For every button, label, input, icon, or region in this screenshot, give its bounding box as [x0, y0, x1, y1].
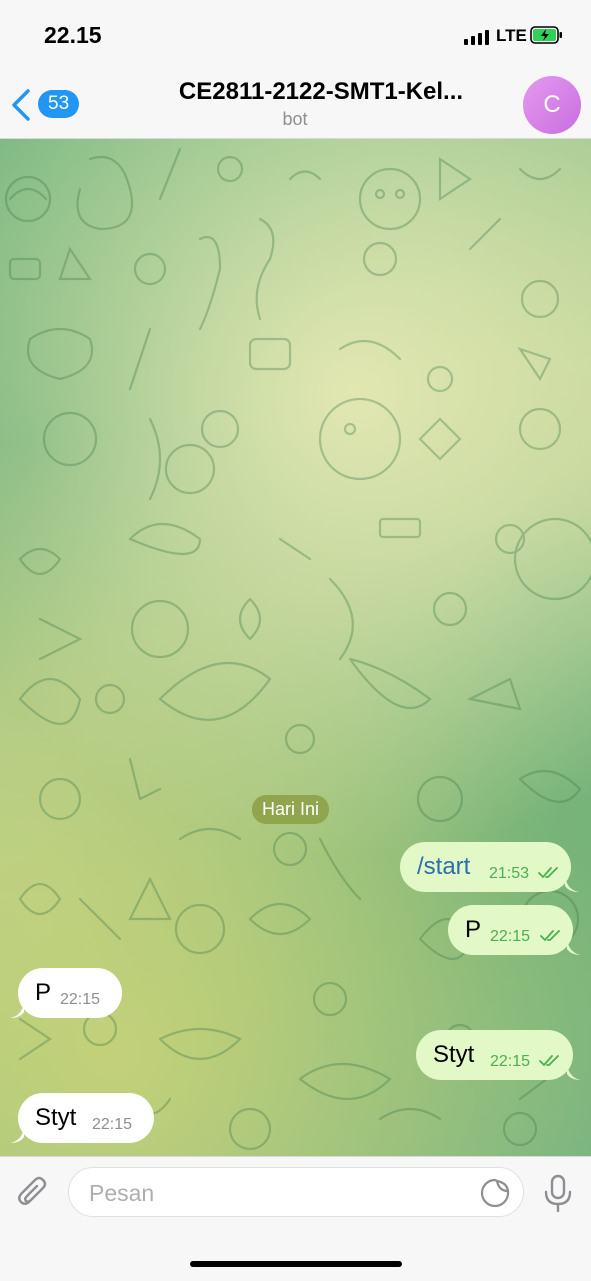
bubble-tail: [567, 1064, 581, 1080]
chat-area[interactable]: Hari Ini /start 21:53 P 22:15 P 22:15 St…: [0, 139, 591, 1156]
message-time: 21:53: [489, 865, 530, 882]
sticker-icon: [480, 1178, 510, 1208]
message-text[interactable]: Styt: [433, 1041, 474, 1069]
status-time: 22.15: [44, 22, 102, 48]
voice-button[interactable]: [540, 1173, 576, 1213]
avatar[interactable]: C: [523, 76, 581, 134]
message-bubble-outgoing[interactable]: /start 21:53: [400, 842, 579, 892]
chat-title[interactable]: CE2811-2122-SMT1-Kel...: [140, 78, 502, 106]
bubble-tail: [10, 1127, 24, 1143]
bubble-tail: [567, 939, 581, 955]
unread-badge: 53: [38, 90, 80, 118]
status-bar: 22.15 LTE: [0, 0, 591, 70]
bubble-tail: [565, 876, 579, 892]
message-time: 22:15: [60, 991, 101, 1008]
message-bubble-outgoing[interactable]: P 22:15: [448, 905, 581, 955]
message-text[interactable]: Styt: [35, 1104, 76, 1132]
message-input[interactable]: [87, 1178, 471, 1208]
message-bubble-incoming[interactable]: P 22:15: [10, 968, 122, 1018]
attach-button[interactable]: [16, 1175, 52, 1211]
message-time: 22:15: [92, 1116, 133, 1133]
message-bubble-incoming[interactable]: Styt 22:15: [10, 1093, 154, 1143]
message-text[interactable]: P: [465, 916, 481, 944]
signal-icon: [464, 29, 489, 45]
sticker-button[interactable]: [479, 1177, 511, 1209]
battery-icon: [530, 26, 562, 44]
date-separator: Hari Ini: [252, 795, 330, 824]
message-time: 22:15: [490, 1053, 531, 1070]
message-field[interactable]: [68, 1167, 524, 1217]
microphone-icon: [544, 1174, 572, 1213]
home-indicator[interactable]: [190, 1261, 402, 1267]
message-time: 22:15: [490, 928, 531, 945]
back-button[interactable]: 53: [10, 86, 90, 122]
chevron-left-icon: [12, 89, 30, 121]
paperclip-icon: [18, 1176, 47, 1205]
chat-header: 53 CE2811-2122-SMT1-Kel... bot C: [0, 70, 591, 139]
message-text[interactable]: /start: [417, 853, 470, 881]
double-check-icon: [540, 930, 560, 942]
double-check-icon: [539, 1055, 559, 1067]
double-check-icon: [538, 867, 558, 879]
chat-subtitle: bot: [282, 109, 308, 129]
network-label: LTE: [496, 26, 527, 45]
bubble-tail: [10, 1002, 24, 1018]
message-text[interactable]: P: [35, 979, 51, 1007]
message-bubble-outgoing[interactable]: Styt 22:15: [416, 1030, 581, 1080]
message-composer: [0, 1156, 591, 1281]
